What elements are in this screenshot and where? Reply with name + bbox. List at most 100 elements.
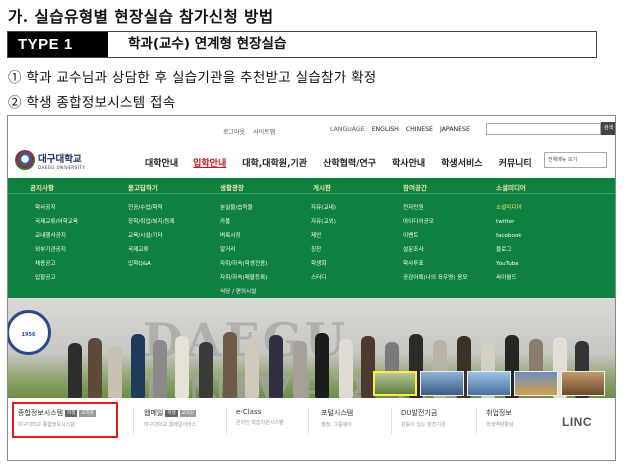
logo-english: DAEGU UNIVERSITY (38, 164, 86, 170)
mega-col-social: 소셜미디어 twitter facebook 블로그 YouTube 싸이월드 (496, 203, 522, 283)
menu-item[interactable]: 교내행사공지 (35, 231, 78, 241)
top-search-button[interactable]: 검색 (601, 122, 615, 135)
mega-head-participation[interactable]: 참여공간 (403, 182, 427, 192)
menu-item[interactable]: 자취/하숙(매물등록) (220, 273, 267, 283)
mega-head-board[interactable]: 게시판 (313, 182, 331, 192)
service-title: 포털시스템 (321, 409, 354, 417)
tag-student[interactable]: 학생 (165, 409, 178, 417)
slide-thumb-4[interactable] (514, 371, 558, 396)
sitemap-link[interactable]: 사이트맵 (253, 127, 275, 136)
mega-col-participation: 전자민원 아이디어공모 이벤트 설문조사 학사투표 공감어록(나의 좌우명) 응… (403, 203, 468, 283)
menu-item[interactable]: twitter (496, 217, 522, 227)
menu-item[interactable]: 블로그 (496, 245, 522, 255)
page-heading: 가. 실습유형별 현장실습 참가신청 방법 (8, 7, 274, 26)
full-menu-button[interactable]: 전체메뉴 보기 (544, 152, 607, 168)
nav-item-admissions[interactable]: 입학안내 (193, 156, 226, 169)
nav-item-colleges[interactable]: 대학,대학원,기관 (242, 156, 307, 169)
tag-student[interactable]: 학생 (65, 409, 78, 417)
mega-head-life[interactable]: 생활광장 (220, 182, 244, 192)
menu-item[interactable]: 학생회 (311, 259, 336, 269)
service-eclass[interactable]: e-Class 온라인 학습지원시스템 (236, 408, 284, 426)
menu-item[interactable]: 입학Q&A (128, 259, 175, 269)
menu-item[interactable]: 공감어록(나의 좌우명) 응모 (403, 273, 468, 283)
mega-menu: 공지사항 묻고답하기 생활광장 게시판 참여공간 소셜미디어 학사공지 국제교류… (8, 178, 615, 298)
slide-thumb-2[interactable] (420, 371, 464, 396)
menu-item[interactable]: 교육/시설/기타 (128, 231, 175, 241)
menu-item[interactable]: 알거리 (220, 245, 267, 255)
lang-english-link[interactable]: ENGLISH (372, 126, 399, 133)
service-portal[interactable]: 포털시스템 행정, 그룹웨어 (321, 408, 353, 428)
menu-item[interactable]: 자유(교외) (311, 217, 336, 227)
quick-services-bar: 종합정보시스템 학생 교직원 대구대학교 종합정보시스템 웹메일 학생 교직원 … (8, 398, 615, 460)
slide-thumb-5[interactable] (561, 371, 605, 396)
menu-item[interactable]: 전공/수업/학적 (128, 203, 175, 213)
menu-item[interactable]: 식당 / 편의시설 (220, 287, 267, 297)
menu-item[interactable]: 분실물/습득물 (220, 203, 267, 213)
menu-item[interactable]: 소셜미디어 (496, 203, 522, 213)
mega-head-qna[interactable]: 묻고답하기 (128, 182, 158, 192)
menu-item[interactable]: 채용공고 (35, 259, 78, 269)
mega-head-social[interactable]: 소셜미디어 (496, 182, 526, 192)
lang-chinese-link[interactable]: CHINESE (406, 126, 433, 133)
menu-item[interactable]: 외부기관공지 (35, 245, 78, 255)
menu-item[interactable]: 입찰공고 (35, 273, 78, 283)
menu-item[interactable]: 전자민원 (403, 203, 468, 213)
menu-item[interactable]: 아이디어공모 (403, 217, 468, 227)
menu-item[interactable]: YouTube (496, 259, 522, 269)
slide-thumbnails (373, 371, 605, 396)
lang-japanese-link[interactable]: JAPANESE (440, 126, 470, 133)
type-title: 학과(교수) 연계형 현장실습 (128, 36, 287, 52)
menu-item[interactable]: 자취/하숙(학생전용) (220, 259, 267, 269)
tag-staff[interactable]: 교직원 (179, 409, 197, 417)
service-subtitle: 행정, 그룹웨어 (321, 422, 352, 428)
mega-col-qna: 전공/수업/학적 장학/취업/복지/등록 교육/시설/기타 국제교류 입학Q&A (128, 203, 175, 269)
menu-item[interactable]: 국제교류 (128, 245, 175, 255)
nav-item-research[interactable]: 산학협력/연구 (323, 156, 376, 169)
logout-link[interactable]: 로그아웃 (223, 127, 245, 136)
menu-item[interactable]: 이벤트 (403, 231, 468, 241)
menu-item[interactable]: 학사공지 (35, 203, 78, 213)
menu-item[interactable]: 자유(교내) (311, 203, 336, 213)
website-screenshot: 로그아웃 사이트맵 LANGUAGE ENGLISH CHINESE JAPAN… (7, 115, 616, 461)
university-logo[interactable]: 대구대학교 DAEGU UNIVERSITY (15, 150, 85, 170)
type-banner: TYPE 1 학과(교수) 연계형 현장실습 (7, 31, 597, 58)
menu-item[interactable]: 설문조사 (403, 245, 468, 255)
menu-item[interactable]: 스터디 (311, 273, 336, 283)
menu-item[interactable]: 카풀 (220, 217, 267, 227)
menu-item[interactable]: 제안 (311, 231, 336, 241)
tag-staff[interactable]: 교직원 (79, 409, 96, 417)
top-search-input[interactable] (486, 123, 601, 135)
nav-item-academics[interactable]: 학사안내 (392, 156, 425, 169)
menu-item[interactable]: 국제교류/어학교육 (35, 217, 78, 227)
service-title: 취업정보 (486, 409, 512, 417)
service-title: 종합정보시스템 (18, 409, 64, 417)
service-title: 웹메일 (144, 409, 164, 417)
mega-head-notices[interactable]: 공지사항 (30, 182, 54, 192)
service-subtitle: 온라인 학습지원시스템 (236, 420, 284, 426)
service-portal-info[interactable]: 종합정보시스템 학생 교직원 대구대학교 종합정보시스템 (18, 408, 96, 428)
menu-item[interactable]: 벼룩시장 (220, 231, 267, 241)
university-emblem-icon (15, 150, 35, 170)
service-subtitle: 감동이 있는 발전기금 (401, 422, 446, 428)
menu-item[interactable]: 학사투표 (403, 259, 468, 269)
mega-menu-header: 공지사항 묻고답하기 생활광장 게시판 참여공간 소셜미디어 (8, 178, 615, 194)
linc-logo[interactable]: LINC (562, 415, 592, 429)
step-2: ② 학생 종합정보시스템 접속 (8, 95, 176, 111)
service-title: e-Class (236, 408, 262, 416)
service-job-info[interactable]: 취업정보 학생역량향상 (486, 408, 514, 428)
service-webmail[interactable]: 웹메일 학생 교직원 대구대학교 웹메일서비스 (144, 408, 196, 428)
slide-thumb-3[interactable] (467, 371, 511, 396)
menu-item[interactable]: 싸이월드 (496, 273, 522, 283)
utility-bar: 로그아웃 사이트맵 LANGUAGE ENGLISH CHINESE JAPAN… (8, 116, 615, 142)
nav-item-student-services[interactable]: 학생서비스 (441, 156, 482, 169)
slide-thumb-1[interactable] (373, 371, 417, 396)
nav-item-community[interactable]: 커뮤니티 (499, 156, 532, 169)
menu-item[interactable]: facebook (496, 231, 522, 241)
mega-col-notices: 학사공지 국제교류/어학교육 교내행사공지 외부기관공지 채용공고 입찰공고 (35, 203, 78, 283)
service-development-fund[interactable]: DU발전기금 감동이 있는 발전기금 (401, 408, 446, 428)
service-subtitle: 대구대학교 웹메일서비스 (144, 422, 197, 428)
nav-item-about[interactable]: 대학안내 (145, 156, 178, 169)
menu-item[interactable]: 장학/취업/복지/등록 (128, 217, 175, 227)
service-subtitle: 대구대학교 종합정보시스템 (18, 422, 75, 428)
menu-item[interactable]: 칭찬 (311, 245, 336, 255)
